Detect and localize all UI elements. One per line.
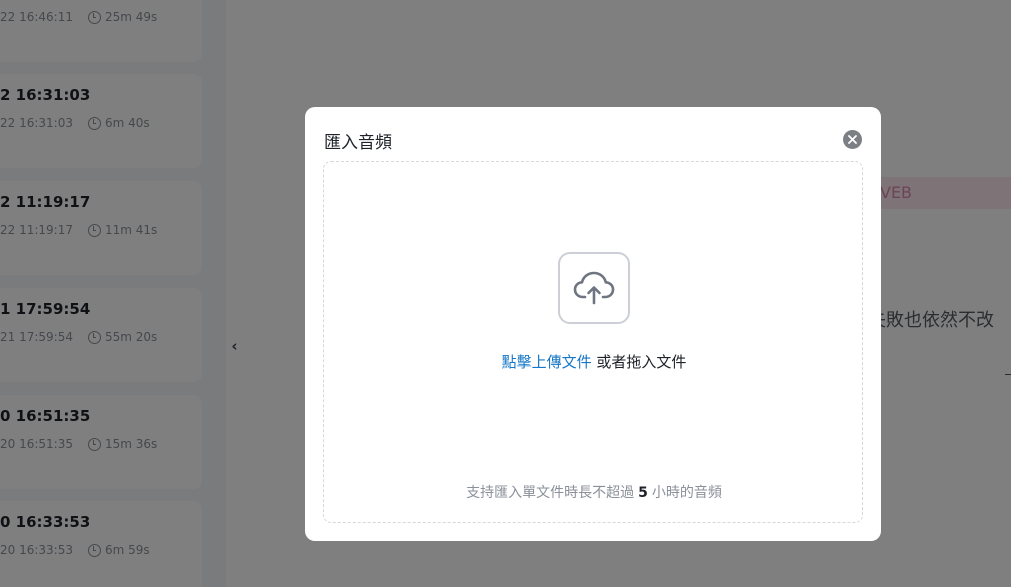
dialog-title: 匯入音頻 [324,133,392,153]
upload-instruction: 點擊上傳文件 或者拖入文件 [324,351,864,372]
hint-suffix: 小時的音頻 [651,485,722,501]
hint-number: 5 [638,485,648,501]
upload-dropzone[interactable]: 點擊上傳文件 或者拖入文件 支持匯入單文件時長不超過 5 小時的音頻 [323,161,863,523]
upload-hint: 支持匯入單文件時長不超過 5 小時的音頻 [324,482,864,502]
import-audio-dialog: 匯入音頻 點擊上傳文件 或者拖入文件 支持匯入單文件時長不超過 5 小時的音頻 [305,107,881,541]
click-upload-link[interactable]: 點擊上傳文件 [502,353,592,371]
cloud-upload-icon[interactable] [558,252,630,324]
hint-prefix: 支持匯入單文件時長不超過 [466,485,635,501]
drag-drop-text: 或者拖入文件 [591,353,687,371]
close-circle-icon[interactable] [843,130,862,149]
